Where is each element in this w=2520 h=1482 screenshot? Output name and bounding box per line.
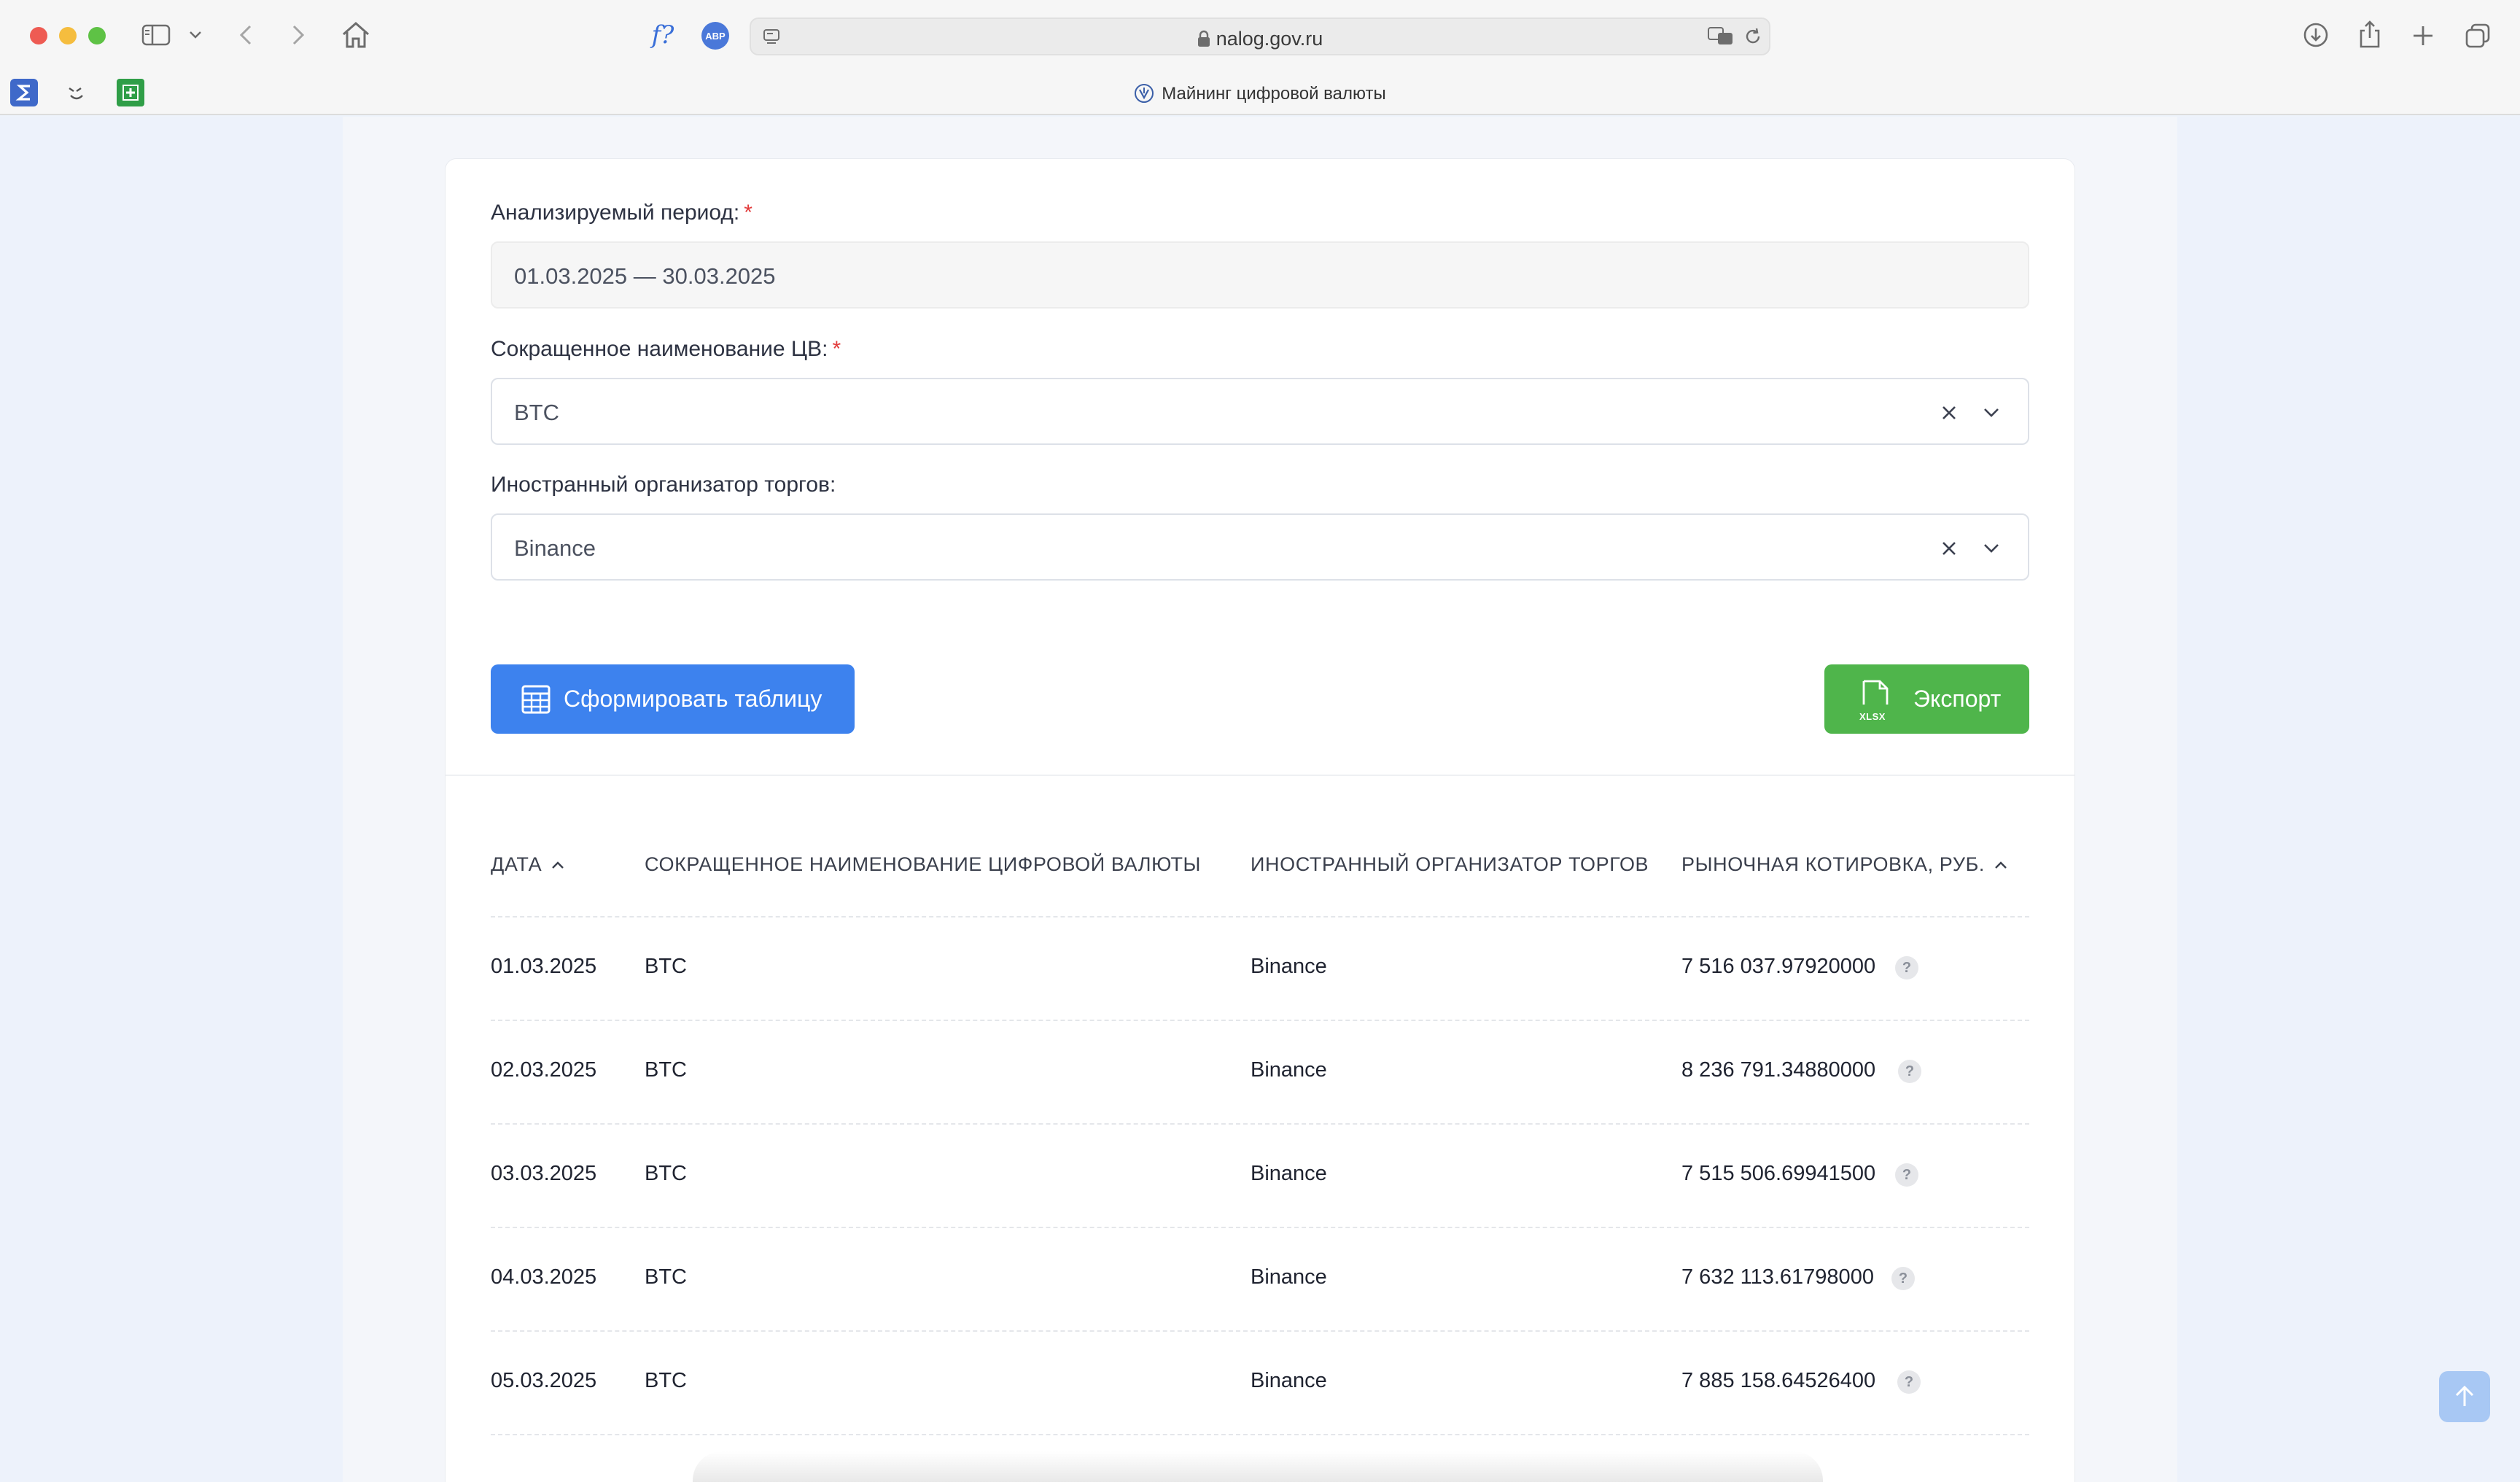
share-icon[interactable]: [2355, 19, 2384, 50]
row-divider: [491, 1020, 2029, 1021]
site-favicon: [1134, 83, 1154, 109]
row-divider: [491, 916, 2029, 917]
cell-organizer: Binance: [1251, 1162, 1327, 1185]
currency-label: Сокращенное наименование ЦВ: *: [491, 337, 841, 362]
sidebar-icon[interactable]: [140, 22, 172, 48]
cell-quote: 7 515 506.69941500: [1681, 1162, 1876, 1185]
adblock-icon[interactable]: ABP: [701, 22, 729, 50]
chevron-down-icon[interactable]: [187, 28, 204, 42]
address-bar[interactable]: nalog.gov.ru: [750, 18, 1770, 55]
currency-value: BTC: [514, 400, 559, 425]
minimize-window-button[interactable]: [59, 27, 77, 44]
downloads-icon[interactable]: [2301, 20, 2330, 50]
chevron-down-icon[interactable]: [1980, 401, 2003, 424]
sort-asc-icon: [1995, 861, 2007, 869]
tab-title-label: Майнинг цифровой валюты: [1162, 84, 1386, 104]
xlsx-file-icon: XLSX: [1859, 680, 1891, 722]
table-icon: [521, 685, 551, 713]
clear-icon[interactable]: [1936, 400, 1962, 426]
forward-icon[interactable]: [287, 22, 309, 48]
cell-currency: BTC: [645, 1369, 687, 1392]
cell-quote: 7 885 158.64526400: [1681, 1369, 1876, 1392]
cell-currency: BTC: [645, 955, 687, 978]
bottom-fade-overlay: [693, 1451, 1823, 1482]
browser-toolbar: f? ABP nalog.gov.ru: [0, 0, 2520, 70]
help-icon[interactable]: ?: [1891, 1267, 1915, 1290]
help-icon[interactable]: ?: [1898, 1060, 1921, 1083]
period-label: Анализируемый период: *: [491, 201, 752, 225]
page-margin-right: [2177, 117, 2520, 1482]
organizer-label-text: Иностранный организатор торгов:: [491, 473, 836, 497]
required-mark: *: [744, 201, 752, 225]
new-tab-icon[interactable]: [2409, 22, 2437, 50]
row-divider: [491, 1330, 2029, 1332]
generate-table-label: Сформировать таблицу: [564, 686, 822, 712]
column-header-currency-label: СОКРАЩЕННОЕ НАИМЕНОВАНИЕ ЦИФРОВОЙ ВАЛЮТЫ: [645, 853, 1202, 875]
column-header-currency[interactable]: СОКРАЩЕННОЕ НАИМЕНОВАНИЕ ЦИФРОВОЙ ВАЛЮТЫ: [645, 853, 1201, 876]
close-window-button[interactable]: [30, 27, 47, 44]
clear-icon[interactable]: [1936, 535, 1962, 562]
required-mark: *: [832, 337, 841, 361]
currency-select[interactable]: BTC: [491, 378, 2029, 445]
organizer-select[interactable]: Binance: [491, 513, 2029, 581]
formula-extension-icon[interactable]: f?: [645, 19, 681, 51]
xlsx-file-label: XLSX: [1859, 710, 1886, 722]
lock-icon: [1197, 30, 1210, 53]
cell-organizer: Binance: [1251, 955, 1327, 978]
column-header-date-label: ДАТА: [491, 853, 542, 875]
export-button[interactable]: XLSX Экспорт: [1824, 664, 2029, 734]
arrow-up-icon: [2455, 1385, 2474, 1406]
adblock-label: ABP: [705, 30, 726, 42]
currency-label-text: Сокращенное наименование ЦВ:: [491, 337, 828, 361]
back-icon[interactable]: [235, 22, 257, 48]
column-header-quote[interactable]: РЫНОЧНАЯ КОТИРОВКА, РУБ.: [1681, 853, 2008, 876]
home-icon[interactable]: [340, 19, 372, 51]
bookmarks-bar: Майнинг цифровой валюты: [0, 70, 2520, 115]
url-text: nalog.gov.ru: [751, 28, 1769, 53]
cell-quote: 7 632 113.61798000: [1681, 1265, 1874, 1289]
generate-table-button[interactable]: Сформировать таблицу: [491, 664, 855, 734]
chevron-down-icon[interactable]: [1980, 537, 2003, 560]
organizer-label: Иностранный организатор торгов:: [491, 473, 836, 497]
cell-currency: BTC: [645, 1058, 687, 1082]
period-value: 01.03.2025 — 30.03.2025: [514, 263, 776, 289]
scroll-to-top-button[interactable]: [2439, 1371, 2490, 1422]
row-divider: [491, 1434, 2029, 1435]
cell-organizer: Binance: [1251, 1369, 1327, 1392]
section-divider: [446, 775, 2074, 776]
tab-overview-icon[interactable]: [2463, 22, 2492, 50]
translate-icon[interactable]: [1708, 26, 1734, 47]
cell-quote: 7 516 037.97920000: [1681, 955, 1876, 978]
organizer-value: Binance: [514, 535, 596, 561]
row-divider: [491, 1227, 2029, 1228]
period-field[interactable]: 01.03.2025 — 30.03.2025: [491, 241, 2029, 309]
column-header-organizer-label: ИНОСТРАННЫЙ ОРГАНИЗАТОР ТОРГОВ: [1251, 853, 1649, 875]
cell-date: 03.03.2025: [491, 1162, 597, 1185]
url-label: nalog.gov.ru: [1216, 28, 1323, 50]
reload-icon[interactable]: [1743, 26, 1763, 47]
column-header-date[interactable]: ДАТА: [491, 853, 565, 876]
cell-organizer: Binance: [1251, 1058, 1327, 1082]
cell-organizer: Binance: [1251, 1265, 1327, 1289]
help-icon[interactable]: ?: [1895, 1163, 1918, 1187]
cell-date: 01.03.2025: [491, 955, 597, 978]
cell-date: 05.03.2025: [491, 1369, 597, 1392]
formula-extension-label: f?: [651, 20, 674, 50]
active-tab[interactable]: Майнинг цифровой валюты: [0, 83, 2520, 109]
row-divider: [491, 1123, 2029, 1125]
cell-date: 02.03.2025: [491, 1058, 597, 1082]
cell-quote: 8 236 791.34880000: [1681, 1058, 1876, 1082]
page-margin-left: [0, 117, 343, 1482]
help-icon[interactable]: ?: [1897, 1370, 1921, 1394]
help-icon[interactable]: ?: [1895, 956, 1918, 979]
sort-asc-icon: [552, 861, 564, 869]
cell-date: 04.03.2025: [491, 1265, 597, 1289]
zoom-window-button[interactable]: [88, 27, 106, 44]
cell-currency: BTC: [645, 1265, 687, 1289]
column-header-quote-label: РЫНОЧНАЯ КОТИРОВКА, РУБ.: [1681, 853, 1985, 875]
export-label: Экспорт: [1913, 686, 2002, 712]
column-header-organizer[interactable]: ИНОСТРАННЫЙ ОРГАНИЗАТОР ТОРГОВ: [1251, 853, 1649, 876]
cell-currency: BTC: [645, 1162, 687, 1185]
period-label-text: Анализируемый период:: [491, 201, 740, 225]
